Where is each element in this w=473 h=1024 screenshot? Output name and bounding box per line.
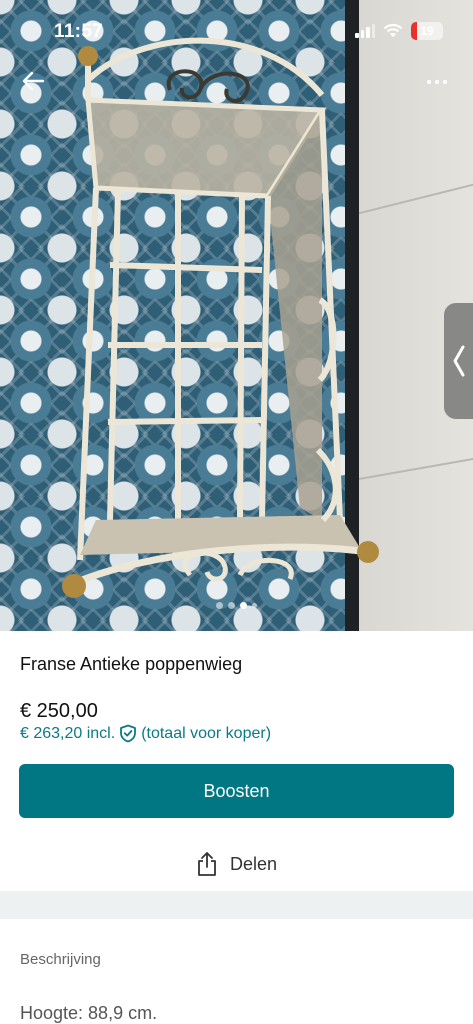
photo-pagination <box>216 602 257 609</box>
pagination-dot[interactable] <box>228 602 235 609</box>
description-heading: Beschrijving <box>20 951 101 968</box>
wifi-icon <box>383 23 403 37</box>
status-indicators: 19 <box>355 22 443 40</box>
buyer-protection-price[interactable]: € 263,20 incl. (totaal voor koper) <box>20 724 271 743</box>
shield-check-icon <box>120 724 137 743</box>
section-divider <box>0 891 473 919</box>
boost-button[interactable]: Boosten <box>19 764 454 818</box>
chevron-left-icon <box>453 345 464 377</box>
share-label: Delen <box>229 853 278 874</box>
listing-title: Franse Antieke poppenwieg <box>20 654 243 674</box>
share-button[interactable]: Delen <box>0 845 473 883</box>
price-incl-note: (totaal voor koper) <box>141 724 272 742</box>
listing-price: € 250,00 <box>20 700 98 722</box>
pagination-dot-active[interactable] <box>240 602 247 609</box>
signal-icon <box>355 24 375 38</box>
more-icon[interactable] <box>427 72 453 92</box>
doll-cradle-image <box>62 37 379 598</box>
price-incl-text: € 263,20 incl. <box>20 724 116 742</box>
side-panel-handle[interactable] <box>444 303 473 419</box>
listing-photo[interactable]: 11:57 19 <box>0 0 473 631</box>
back-arrow-icon[interactable] <box>18 66 48 96</box>
status-time: 11:57 <box>54 21 104 42</box>
battery-icon: 19 <box>411 22 443 40</box>
share-icon <box>198 852 216 876</box>
battery-level: 19 <box>420 24 434 38</box>
pagination-dot[interactable] <box>216 602 223 609</box>
description-text: Hoogte: 88,9 cm. <box>20 1003 158 1023</box>
pagination-dot[interactable] <box>252 603 257 608</box>
